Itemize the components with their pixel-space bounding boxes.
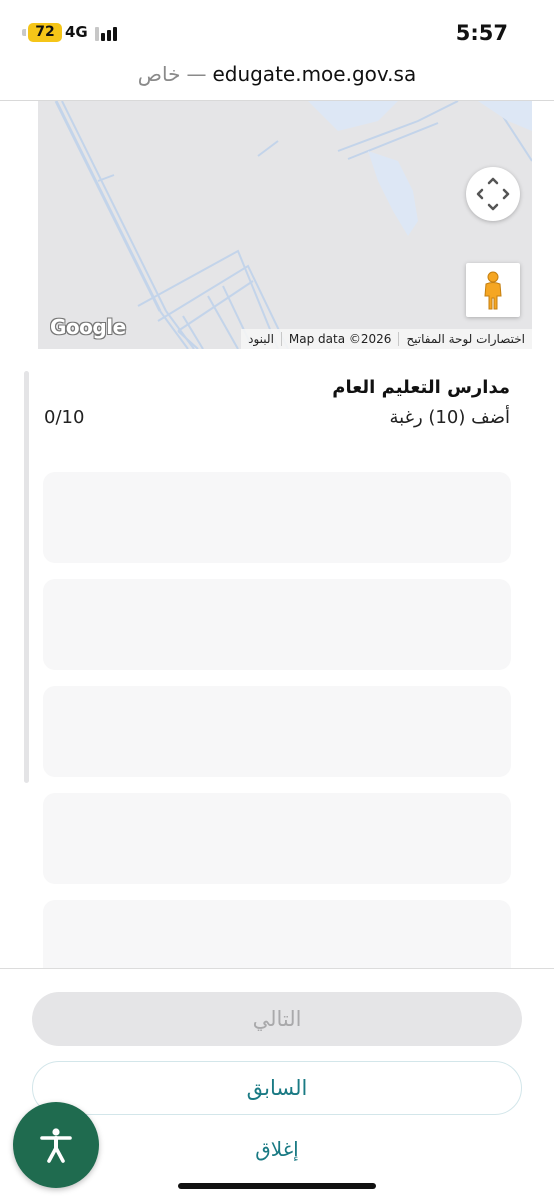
move-icon xyxy=(476,177,510,211)
pegman-icon xyxy=(484,271,502,310)
signal-bar xyxy=(107,30,111,41)
clock: 5:57 xyxy=(455,21,508,45)
map-data-label: Map data ©2026 xyxy=(288,332,392,346)
private-label: خاص xyxy=(137,62,181,86)
wish-slot[interactable] xyxy=(43,472,511,563)
wish-slot[interactable] xyxy=(43,579,511,670)
scroll-rail xyxy=(24,371,29,783)
close-button[interactable]: إغلاق xyxy=(32,1129,522,1169)
wish-slot[interactable] xyxy=(43,793,511,884)
accessibility-button[interactable] xyxy=(13,1102,99,1188)
wish-slot[interactable] xyxy=(43,686,511,777)
keyboard-shortcuts-link[interactable]: اختصارات لوحة المفاتيح xyxy=(399,329,532,349)
next-button[interactable]: التالي xyxy=(32,992,522,1046)
map-roads xyxy=(54,101,532,349)
battery-cap xyxy=(22,29,26,36)
map-attribution: البنود Map data ©2026 اختصارات لوحة المف… xyxy=(241,329,532,349)
signal-bar xyxy=(101,33,105,41)
signal-bar xyxy=(95,27,99,41)
section-title: مدارس التعليم العام xyxy=(332,377,510,398)
battery-level: 72 xyxy=(35,24,55,40)
google-logo: Google xyxy=(50,315,126,339)
previous-button[interactable]: السابق xyxy=(32,1061,522,1115)
battery-indicator: 72 xyxy=(22,23,62,42)
section-subtitle: أضف (10) رغبة xyxy=(389,407,510,428)
terms-link[interactable]: البنود xyxy=(241,329,281,349)
url-display[interactable]: خاص — edugate.moe.gov.sa xyxy=(138,56,416,92)
url-domain: edugate.moe.gov.sa xyxy=(212,62,417,86)
selection-counter: 0/10 xyxy=(44,407,85,428)
status-bar: 72 4G 5:57 xyxy=(0,0,554,56)
url-bar[interactable]: خاص — edugate.moe.gov.sa xyxy=(0,56,554,101)
signal-icon xyxy=(95,25,121,41)
accessibility-icon xyxy=(40,1128,72,1163)
move-control-button[interactable] xyxy=(466,167,520,221)
map-view[interactable]: Google البنود Map data ©2026 اختصارات لو… xyxy=(38,101,532,349)
home-indicator[interactable] xyxy=(178,1183,376,1189)
street-view-button[interactable] xyxy=(466,263,520,317)
network-type: 4G xyxy=(65,23,88,41)
signal-bar xyxy=(113,27,117,41)
url-separator: — xyxy=(186,62,207,86)
